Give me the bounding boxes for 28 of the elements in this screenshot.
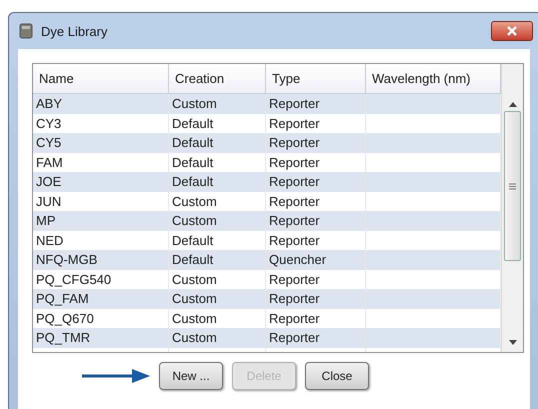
table-row[interactable]: MP Custom Reporter <box>33 211 501 230</box>
column-header[interactable]: Creation <box>169 64 266 93</box>
table-row[interactable]: NFQ-MGB Default Quencher <box>33 250 501 270</box>
close-icon <box>507 26 517 36</box>
column-header[interactable]: Type <box>266 64 366 93</box>
table-row[interactable]: PQ_TMR Custom Reporter <box>33 328 501 348</box>
arrow-icon <box>82 368 150 384</box>
table-row[interactable]: CY3 Default Reporter <box>33 114 501 133</box>
close-button[interactable] <box>491 21 533 41</box>
table-row[interactable]: ABY Custom Reporter <box>33 94 501 114</box>
table-row[interactable]: FAM Default Reporter <box>33 152 501 172</box>
window-title: Dye Library <box>41 24 108 38</box>
table-row[interactable]: PQ_CFG540 Custom Reporter <box>33 270 501 289</box>
scroll-down-icon[interactable] <box>508 340 516 345</box>
table-row[interactable]: PQ_FAM Custom Reporter <box>33 289 501 308</box>
table-row[interactable]: JOE Default Reporter <box>33 172 501 192</box>
column-header[interactable]: Name <box>33 64 169 93</box>
library-icon <box>19 23 33 39</box>
table-row[interactable]: NED Default Reporter <box>33 230 501 250</box>
table-row[interactable]: JUN Custom Reporter <box>33 192 501 211</box>
dialog-button[interactable]: New ... <box>159 362 223 390</box>
dialog-button[interactable]: Close <box>305 362 369 390</box>
scroll-up-icon[interactable] <box>508 102 516 107</box>
table-row[interactable]: CY5 Default Reporter <box>33 133 501 152</box>
table-row[interactable]: PQ_Q670 Custom Reporter <box>33 308 501 328</box>
scroll-thumb[interactable] <box>504 111 521 261</box>
grip-icon <box>509 182 516 190</box>
scrollbar[interactable] <box>501 64 523 352</box>
